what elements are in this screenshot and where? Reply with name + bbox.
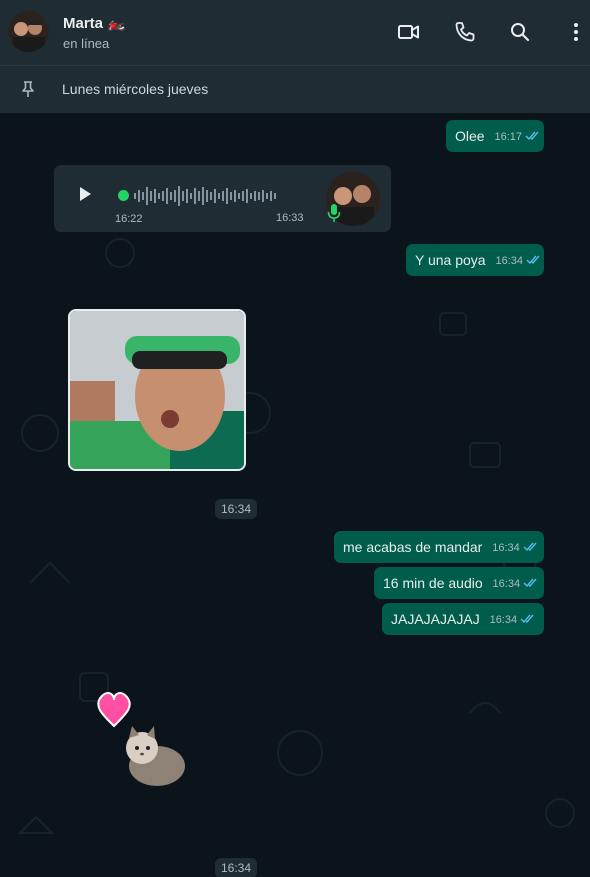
message-text: me acabas de mandar [343,539,483,555]
message-time: 16:33 [276,212,304,224]
contact-status: en línea [63,36,110,51]
search-icon[interactable] [508,20,532,44]
contact-name[interactable]: Marta 🏍️ [63,14,126,32]
more-options-icon[interactable] [564,20,588,44]
outgoing-message[interactable]: Olee 16:17 [446,120,544,152]
read-receipt-icon [523,541,539,555]
read-receipt-icon [520,613,536,627]
message-text: Y una poya [415,252,486,268]
microphone-icon [327,203,341,228]
pinned-message-bar[interactable]: Lunes miércoles jueves [0,66,590,113]
message-time: 16:34 [215,858,258,877]
image-sticker[interactable] [68,309,246,471]
audio-progress-dot[interactable] [118,190,129,201]
message-time: 16:34 [495,255,524,267]
message-text: 16 min de audio [383,575,483,591]
message-time: 16:17 [494,131,522,143]
message-text: JAJAJAJAJAJ [391,611,480,627]
message-time: 16:34 [492,578,521,590]
read-receipt-icon [526,254,542,268]
outgoing-message[interactable]: me acabas de mandar 16:34 [334,531,544,563]
pinned-message-text: Lunes miércoles jueves [62,81,209,97]
outgoing-message[interactable]: 16 min de audio 16:34 [374,567,544,599]
message-text: Olee [455,128,485,144]
audio-waveform[interactable] [132,182,302,210]
chat-header: Marta 🏍️ en línea [0,0,590,66]
audio-duration: 16:22 [115,213,143,225]
voice-call-icon[interactable] [453,20,477,44]
video-call-icon[interactable] [397,20,421,44]
pin-icon [18,79,38,104]
incoming-voice-message[interactable]: 16:22 16:33 [54,165,391,232]
message-time: 16:34 [492,542,520,554]
outgoing-message[interactable]: JAJAJAJAJAJ 16:34 [382,603,544,635]
message-time: 16:34 [215,499,258,519]
contact-avatar[interactable] [8,11,49,52]
chat-area: Olee 16:17 16:22 16:33 Y una poya 16:34 … [0,113,590,877]
message-time: 16:34 [489,614,518,626]
cat-sticker[interactable] [92,686,192,791]
read-receipt-icon [523,577,539,591]
outgoing-message[interactable]: Y una poya 16:34 [406,244,544,276]
read-receipt-icon [525,130,541,144]
play-icon[interactable] [77,185,93,208]
